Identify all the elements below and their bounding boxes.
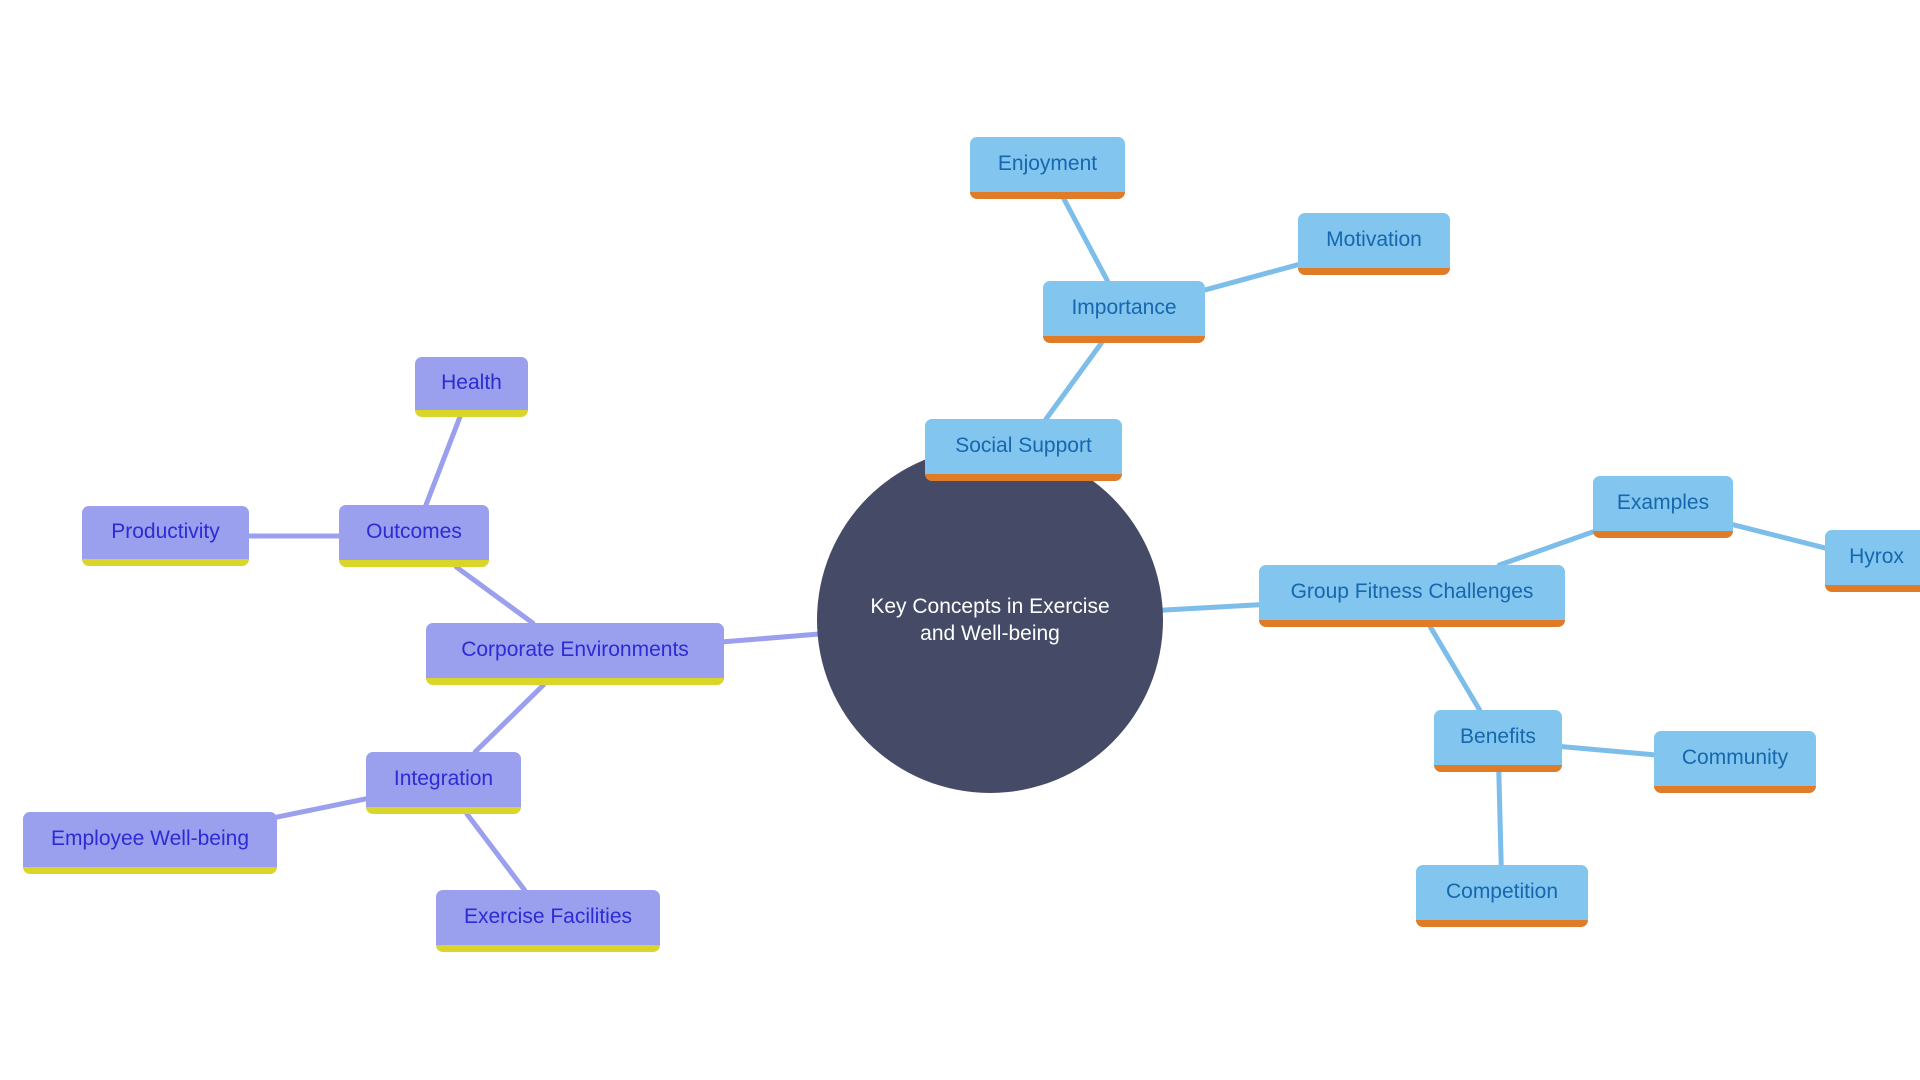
node-label-motivation: Motivation: [1326, 228, 1422, 252]
node-label-enjoyment: Enjoyment: [997, 152, 1098, 176]
edge-integration-to-employee-well-being: [274, 796, 369, 820]
node-label-integration: Integration: [393, 767, 494, 791]
node-label-social-support: Social Support: [955, 434, 1092, 458]
edge-center-to-group-fitness-challenges: [1160, 602, 1262, 613]
node-label-employee-well-being: Employee Well-being: [50, 827, 250, 851]
node-outcomes[interactable]: Outcomes: [339, 505, 489, 567]
node-enjoyment[interactable]: Enjoyment: [970, 137, 1125, 199]
node-benefits[interactable]: Benefits: [1434, 710, 1562, 772]
node-label-examples: Examples: [1616, 491, 1710, 515]
edge-benefits-to-competition: [1496, 769, 1504, 868]
node-productivity[interactable]: Productivity: [82, 506, 249, 566]
center-node[interactable]: Key Concepts in Exercise and Well-being: [817, 447, 1163, 793]
node-health[interactable]: Health: [415, 357, 528, 417]
node-label-exercise-facilities: Exercise Facilities: [463, 905, 633, 929]
node-label-corporate-environments: Corporate Environments: [461, 638, 689, 662]
edge-corporate-environments-to-integration: [472, 682, 546, 755]
edge-outcomes-to-health: [423, 414, 463, 508]
mindmap-canvas: Key Concepts in Exercise and Well-being H…: [0, 0, 1920, 1080]
edge-importance-to-enjoyment: [1061, 196, 1111, 284]
node-importance[interactable]: Importance: [1043, 281, 1205, 343]
edge-examples-to-hyrox: [1730, 522, 1828, 551]
node-employee-well-being[interactable]: Employee Well-being: [23, 812, 277, 874]
node-label-importance: Importance: [1071, 296, 1177, 320]
edge-center-to-corporate-environments: [721, 631, 821, 645]
node-examples[interactable]: Examples: [1593, 476, 1733, 538]
node-label-health: Health: [441, 371, 502, 395]
node-label-hyrox: Hyrox: [1849, 545, 1904, 569]
node-exercise-facilities[interactable]: Exercise Facilities: [436, 890, 660, 952]
node-label-benefits: Benefits: [1460, 725, 1536, 749]
edge-benefits-to-community: [1559, 744, 1657, 758]
edge-corporate-environments-to-outcomes: [453, 564, 536, 626]
edge-group-fitness-challenges-to-examples: [1496, 529, 1596, 568]
node-label-group-fitness-challenges: Group Fitness Challenges: [1290, 580, 1534, 604]
node-hyrox[interactable]: Hyrox: [1825, 530, 1920, 592]
edge-importance-to-motivation: [1202, 262, 1301, 293]
edge-integration-to-exercise-facilities: [464, 811, 528, 893]
edge-group-fitness-challenges-to-benefits: [1427, 624, 1483, 713]
node-community[interactable]: Community: [1654, 731, 1816, 793]
center-node-label: Key Concepts in Exercise and Well-being: [870, 594, 1110, 645]
node-corporate-environments[interactable]: Corporate Environments: [426, 623, 724, 685]
node-integration[interactable]: Integration: [366, 752, 521, 814]
node-group-fitness-challenges[interactable]: Group Fitness Challenges: [1259, 565, 1565, 627]
node-label-competition: Competition: [1445, 880, 1559, 904]
node-label-community: Community: [1681, 746, 1789, 770]
edge-social-support-to-importance: [1043, 340, 1104, 422]
node-competition[interactable]: Competition: [1416, 865, 1588, 927]
node-label-productivity: Productivity: [111, 520, 220, 544]
node-motivation[interactable]: Motivation: [1298, 213, 1450, 275]
node-label-outcomes: Outcomes: [366, 520, 462, 544]
node-social-support[interactable]: Social Support: [925, 419, 1122, 481]
